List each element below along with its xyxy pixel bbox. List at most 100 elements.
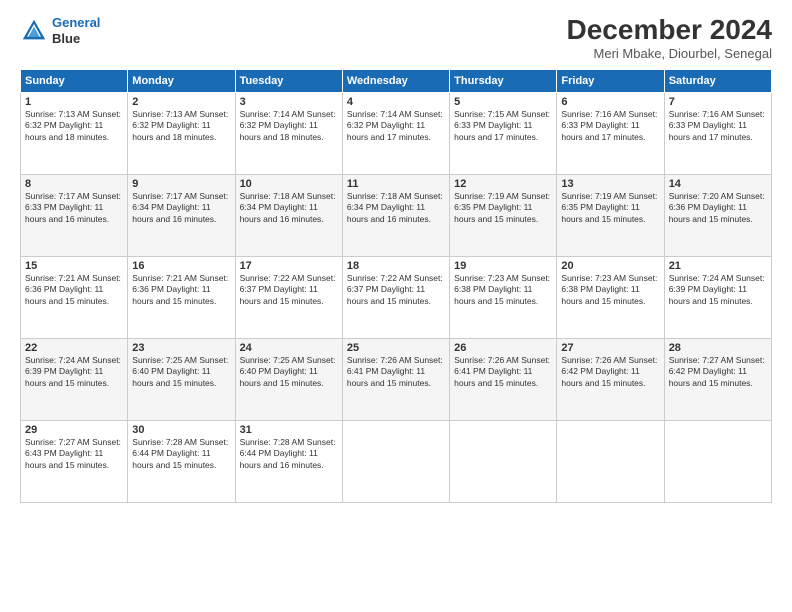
table-row: 26Sunrise: 7:26 AM Sunset: 6:41 PM Dayli… xyxy=(450,338,557,420)
day-number: 5 xyxy=(454,96,552,108)
day-number: 16 xyxy=(132,260,230,272)
table-row: 24Sunrise: 7:25 AM Sunset: 6:40 PM Dayli… xyxy=(235,338,342,420)
table-row: 17Sunrise: 7:22 AM Sunset: 6:37 PM Dayli… xyxy=(235,256,342,338)
day-number: 2 xyxy=(132,96,230,108)
day-info: Sunrise: 7:14 AM Sunset: 6:32 PM Dayligh… xyxy=(347,109,445,143)
day-info: Sunrise: 7:13 AM Sunset: 6:32 PM Dayligh… xyxy=(25,109,123,143)
day-info: Sunrise: 7:22 AM Sunset: 6:37 PM Dayligh… xyxy=(240,273,338,307)
table-row: 19Sunrise: 7:23 AM Sunset: 6:38 PM Dayli… xyxy=(450,256,557,338)
day-info: Sunrise: 7:18 AM Sunset: 6:34 PM Dayligh… xyxy=(347,191,445,225)
day-number: 3 xyxy=(240,96,338,108)
day-info: Sunrise: 7:25 AM Sunset: 6:40 PM Dayligh… xyxy=(132,355,230,389)
day-info: Sunrise: 7:13 AM Sunset: 6:32 PM Dayligh… xyxy=(132,109,230,143)
table-row: 8Sunrise: 7:17 AM Sunset: 6:33 PM Daylig… xyxy=(21,174,128,256)
table-row: 9Sunrise: 7:17 AM Sunset: 6:34 PM Daylig… xyxy=(128,174,235,256)
calendar-week-row: 8Sunrise: 7:17 AM Sunset: 6:33 PM Daylig… xyxy=(21,174,772,256)
day-number: 19 xyxy=(454,260,552,272)
table-row: 11Sunrise: 7:18 AM Sunset: 6:34 PM Dayli… xyxy=(342,174,449,256)
col-monday: Monday xyxy=(128,69,235,92)
day-number: 6 xyxy=(561,96,659,108)
calendar-week-row: 22Sunrise: 7:24 AM Sunset: 6:39 PM Dayli… xyxy=(21,338,772,420)
table-row: 25Sunrise: 7:26 AM Sunset: 6:41 PM Dayli… xyxy=(342,338,449,420)
day-info: Sunrise: 7:23 AM Sunset: 6:38 PM Dayligh… xyxy=(454,273,552,307)
day-info: Sunrise: 7:26 AM Sunset: 6:42 PM Dayligh… xyxy=(561,355,659,389)
table-row: 31Sunrise: 7:28 AM Sunset: 6:44 PM Dayli… xyxy=(235,420,342,502)
day-number: 13 xyxy=(561,178,659,190)
table-row: 2Sunrise: 7:13 AM Sunset: 6:32 PM Daylig… xyxy=(128,92,235,174)
day-number: 26 xyxy=(454,342,552,354)
table-row: 15Sunrise: 7:21 AM Sunset: 6:36 PM Dayli… xyxy=(21,256,128,338)
table-row: 30Sunrise: 7:28 AM Sunset: 6:44 PM Dayli… xyxy=(128,420,235,502)
logo: General Blue xyxy=(20,15,100,46)
day-number: 9 xyxy=(132,178,230,190)
day-number: 24 xyxy=(240,342,338,354)
table-row: 12Sunrise: 7:19 AM Sunset: 6:35 PM Dayli… xyxy=(450,174,557,256)
calendar: Sunday Monday Tuesday Wednesday Thursday… xyxy=(20,69,772,503)
calendar-week-row: 29Sunrise: 7:27 AM Sunset: 6:43 PM Dayli… xyxy=(21,420,772,502)
col-tuesday: Tuesday xyxy=(235,69,342,92)
day-info: Sunrise: 7:28 AM Sunset: 6:44 PM Dayligh… xyxy=(240,437,338,471)
table-row: 5Sunrise: 7:15 AM Sunset: 6:33 PM Daylig… xyxy=(450,92,557,174)
table-row xyxy=(450,420,557,502)
day-info: Sunrise: 7:27 AM Sunset: 6:43 PM Dayligh… xyxy=(25,437,123,471)
table-row: 23Sunrise: 7:25 AM Sunset: 6:40 PM Dayli… xyxy=(128,338,235,420)
header: General Blue December 2024 Meri Mbake, D… xyxy=(20,15,772,61)
table-row xyxy=(664,420,771,502)
calendar-week-row: 1Sunrise: 7:13 AM Sunset: 6:32 PM Daylig… xyxy=(21,92,772,174)
day-number: 22 xyxy=(25,342,123,354)
day-info: Sunrise: 7:24 AM Sunset: 6:39 PM Dayligh… xyxy=(25,355,123,389)
table-row: 28Sunrise: 7:27 AM Sunset: 6:42 PM Dayli… xyxy=(664,338,771,420)
day-info: Sunrise: 7:17 AM Sunset: 6:33 PM Dayligh… xyxy=(25,191,123,225)
day-info: Sunrise: 7:20 AM Sunset: 6:36 PM Dayligh… xyxy=(669,191,767,225)
day-info: Sunrise: 7:19 AM Sunset: 6:35 PM Dayligh… xyxy=(561,191,659,225)
day-number: 27 xyxy=(561,342,659,354)
table-row: 16Sunrise: 7:21 AM Sunset: 6:36 PM Dayli… xyxy=(128,256,235,338)
day-info: Sunrise: 7:21 AM Sunset: 6:36 PM Dayligh… xyxy=(25,273,123,307)
header-row: Sunday Monday Tuesday Wednesday Thursday… xyxy=(21,69,772,92)
day-number: 18 xyxy=(347,260,445,272)
page: General Blue December 2024 Meri Mbake, D… xyxy=(0,0,792,612)
day-number: 7 xyxy=(669,96,767,108)
title-area: December 2024 Meri Mbake, Diourbel, Sene… xyxy=(567,15,772,61)
day-number: 10 xyxy=(240,178,338,190)
day-info: Sunrise: 7:14 AM Sunset: 6:32 PM Dayligh… xyxy=(240,109,338,143)
day-info: Sunrise: 7:15 AM Sunset: 6:33 PM Dayligh… xyxy=(454,109,552,143)
day-info: Sunrise: 7:21 AM Sunset: 6:36 PM Dayligh… xyxy=(132,273,230,307)
day-number: 25 xyxy=(347,342,445,354)
day-number: 31 xyxy=(240,424,338,436)
day-info: Sunrise: 7:26 AM Sunset: 6:41 PM Dayligh… xyxy=(347,355,445,389)
day-info: Sunrise: 7:27 AM Sunset: 6:42 PM Dayligh… xyxy=(669,355,767,389)
table-row: 4Sunrise: 7:14 AM Sunset: 6:32 PM Daylig… xyxy=(342,92,449,174)
day-number: 15 xyxy=(25,260,123,272)
day-number: 30 xyxy=(132,424,230,436)
day-number: 14 xyxy=(669,178,767,190)
logo-icon xyxy=(20,17,48,45)
table-row: 18Sunrise: 7:22 AM Sunset: 6:37 PM Dayli… xyxy=(342,256,449,338)
logo-blue: Blue xyxy=(52,31,100,47)
logo-text: General Blue xyxy=(52,15,100,46)
day-info: Sunrise: 7:23 AM Sunset: 6:38 PM Dayligh… xyxy=(561,273,659,307)
day-number: 12 xyxy=(454,178,552,190)
table-row: 7Sunrise: 7:16 AM Sunset: 6:33 PM Daylig… xyxy=(664,92,771,174)
day-number: 23 xyxy=(132,342,230,354)
day-info: Sunrise: 7:19 AM Sunset: 6:35 PM Dayligh… xyxy=(454,191,552,225)
table-row xyxy=(342,420,449,502)
table-row: 27Sunrise: 7:26 AM Sunset: 6:42 PM Dayli… xyxy=(557,338,664,420)
col-friday: Friday xyxy=(557,69,664,92)
day-info: Sunrise: 7:26 AM Sunset: 6:41 PM Dayligh… xyxy=(454,355,552,389)
col-wednesday: Wednesday xyxy=(342,69,449,92)
day-number: 1 xyxy=(25,96,123,108)
subtitle: Meri Mbake, Diourbel, Senegal xyxy=(567,46,772,61)
table-row: 6Sunrise: 7:16 AM Sunset: 6:33 PM Daylig… xyxy=(557,92,664,174)
table-row: 14Sunrise: 7:20 AM Sunset: 6:36 PM Dayli… xyxy=(664,174,771,256)
calendar-week-row: 15Sunrise: 7:21 AM Sunset: 6:36 PM Dayli… xyxy=(21,256,772,338)
table-row xyxy=(557,420,664,502)
table-row: 3Sunrise: 7:14 AM Sunset: 6:32 PM Daylig… xyxy=(235,92,342,174)
day-info: Sunrise: 7:24 AM Sunset: 6:39 PM Dayligh… xyxy=(669,273,767,307)
col-thursday: Thursday xyxy=(450,69,557,92)
col-sunday: Sunday xyxy=(21,69,128,92)
day-info: Sunrise: 7:28 AM Sunset: 6:44 PM Dayligh… xyxy=(132,437,230,471)
table-row: 1Sunrise: 7:13 AM Sunset: 6:32 PM Daylig… xyxy=(21,92,128,174)
day-info: Sunrise: 7:16 AM Sunset: 6:33 PM Dayligh… xyxy=(561,109,659,143)
day-info: Sunrise: 7:17 AM Sunset: 6:34 PM Dayligh… xyxy=(132,191,230,225)
